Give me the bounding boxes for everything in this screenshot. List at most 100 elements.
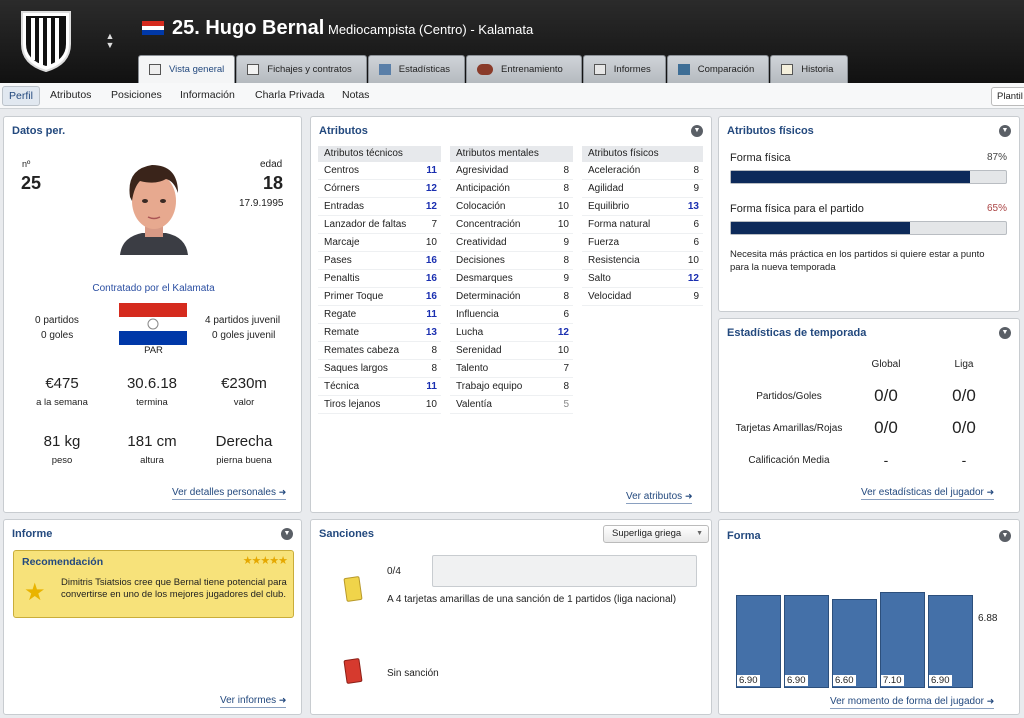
attribute-row[interactable]: Velocidad 9	[582, 288, 703, 306]
chevron-down-icon[interactable]: ▼	[999, 327, 1011, 339]
attribute-row[interactable]: Talento 7	[450, 360, 573, 378]
attribute-row[interactable]: Valentía 5	[450, 396, 573, 414]
attribute-name: Regate	[324, 309, 357, 320]
attribute-row[interactable]: Serenidad 10	[450, 342, 573, 360]
form-bar[interactable]	[880, 592, 925, 688]
attribute-row[interactable]: Concentración 10	[450, 216, 573, 234]
sanctions-panel: Sanciones Superliga griega ▼ 0/4 A 4 tarj…	[310, 519, 712, 715]
attribute-row[interactable]: Agresividad 8	[450, 162, 573, 180]
attribute-row[interactable]: Remates cabeza 8	[318, 342, 441, 360]
chevron-down-icon: ▼	[696, 530, 703, 537]
tab-label: Informes	[613, 64, 651, 75]
player-switch-arrows[interactable]: ▲ ▼	[104, 32, 116, 50]
attribute-name: Entradas	[324, 201, 365, 212]
yellow-card-count: 0/4	[387, 566, 401, 577]
preferred-foot: Derecha	[215, 433, 273, 450]
attributes-link[interactable]: Ver atributos ➜	[626, 491, 693, 504]
subnav-notes[interactable]: Notas	[342, 89, 369, 101]
form-bar-label: 7.10	[881, 675, 904, 686]
attribute-row[interactable]: Entradas 12	[318, 198, 441, 216]
attribute-row[interactable]: Salto 12	[582, 270, 703, 288]
recommendation-box: Recomendación ★★★★★ ★ Dimitris Tsiatsios…	[13, 550, 294, 618]
attribute-value: 8	[431, 345, 437, 356]
attribute-row[interactable]: Técnica 11	[318, 378, 441, 396]
attribute-row[interactable]: Influencia 6	[450, 306, 573, 324]
chevron-down-icon[interactable]: ▼	[999, 125, 1011, 137]
attribute-row[interactable]: Determinación 8	[450, 288, 573, 306]
attribute-row[interactable]: Regate 11	[318, 306, 441, 324]
attribute-row[interactable]: Trabajo equipo 8	[450, 378, 573, 396]
foot-label: pierna buena	[216, 455, 272, 466]
attribute-row[interactable]: Equilibrio 13	[582, 198, 703, 216]
subnav-positions[interactable]: Posiciones	[111, 89, 162, 101]
attribute-row[interactable]: Forma natural 6	[582, 216, 703, 234]
competition-select[interactable]: Superliga griega ▼	[603, 525, 709, 543]
subnav-profile[interactable]: Perfil	[2, 86, 40, 106]
attribute-row[interactable]: Saques largos 8	[318, 360, 441, 378]
attribute-value: 8	[563, 291, 569, 302]
stat-row-label: Partidos/Goles	[756, 391, 822, 402]
chevron-down-icon[interactable]: ▼	[999, 530, 1011, 542]
attribute-value: 6	[693, 237, 699, 248]
chevron-down-icon[interactable]: ▼	[281, 528, 293, 540]
fitness-bar	[730, 170, 1007, 184]
attribute-name: Córners	[324, 183, 360, 194]
nationality: PAR	[144, 345, 163, 356]
attribute-row[interactable]: Decisiones 8	[450, 252, 573, 270]
tab-transfers[interactable]: Fichajes y contratos	[236, 55, 367, 83]
attribute-row[interactable]: Lucha 12	[450, 324, 573, 342]
attribute-row[interactable]: Creatividad 9	[450, 234, 573, 252]
attribute-name: Concentración	[456, 219, 521, 230]
link-label: Ver informes	[220, 695, 277, 706]
attribute-row[interactable]: Aceleración 8	[582, 162, 703, 180]
subnav-information[interactable]: Información	[180, 89, 235, 101]
player-stats-link[interactable]: Ver estadísticas del jugador ➜	[861, 487, 995, 500]
attribute-row[interactable]: Centros 11	[318, 162, 441, 180]
tab-comparison[interactable]: Comparación	[666, 55, 770, 83]
fitness-value: 87%	[986, 152, 1007, 163]
reports-link[interactable]: Ver informes ➜	[220, 695, 287, 708]
attribute-row[interactable]: Colocación 10	[450, 198, 573, 216]
weight-label: peso	[51, 455, 73, 466]
attribute-name: Remates cabeza	[324, 345, 400, 356]
attribute-row[interactable]: Desmarques 9	[450, 270, 573, 288]
attribute-row[interactable]: Agilidad 9	[582, 180, 703, 198]
attribute-row[interactable]: Anticipación 8	[450, 180, 573, 198]
attribute-row[interactable]: Resistencia 10	[582, 252, 703, 270]
goals-scored: 0 goles	[41, 330, 74, 341]
attribute-row[interactable]: Tiros lejanos 10	[318, 396, 441, 414]
attribute-row[interactable]: Fuerza 6	[582, 234, 703, 252]
tab-history[interactable]: Historia	[770, 55, 849, 83]
sub-navigation: Perfil Atributos Posiciones Información …	[0, 83, 1024, 109]
subnav-private-chat[interactable]: Charla Privada	[255, 89, 324, 101]
attribute-value: 11	[426, 381, 437, 392]
attribute-value: 10	[557, 345, 569, 356]
attribute-value: 10	[557, 219, 569, 230]
personal-details-link[interactable]: Ver detalles personales ➜	[172, 487, 287, 500]
tab-reports[interactable]: Informes	[582, 55, 666, 83]
attribute-row[interactable]: Remate 13	[318, 324, 441, 342]
tab-training[interactable]: Entrenamiento	[465, 55, 582, 83]
attribute-row[interactable]: Pases 16	[318, 252, 441, 270]
paraguay-flag-icon	[119, 303, 187, 345]
report-panel: Informe ▼ Recomendación ★★★★★ ★ Dimitris…	[3, 519, 302, 715]
shirt-number: 25	[21, 173, 42, 193]
tab-overview[interactable]: Vista general	[138, 55, 236, 83]
mental-header: Atributos mentales	[450, 146, 573, 162]
yellow-card-progress	[432, 555, 697, 587]
attribute-row[interactable]: Lanzador de faltas 7	[318, 216, 441, 234]
competition-value: Superliga griega	[612, 528, 682, 539]
attribute-row[interactable]: Marcaje 10	[318, 234, 441, 252]
chevron-down-icon[interactable]: ▼	[691, 125, 703, 137]
panel-title: Sanciones	[319, 528, 375, 540]
form-link[interactable]: Ver momento de forma del jugador ➜	[830, 696, 995, 709]
squad-button[interactable]: Plantil	[991, 87, 1024, 106]
attribute-row[interactable]: Córners 12	[318, 180, 441, 198]
attribute-row[interactable]: Primer Toque 16	[318, 288, 441, 306]
youth-goals: 0 goles juvenil	[212, 330, 276, 341]
attribute-row[interactable]: Penaltis 16	[318, 270, 441, 288]
tab-label: Fichajes y contratos	[267, 64, 352, 75]
subnav-attributes[interactable]: Atributos	[50, 89, 91, 101]
technical-header: Atributos técnicos	[318, 146, 441, 162]
tab-stats[interactable]: Estadísticas	[367, 55, 465, 83]
